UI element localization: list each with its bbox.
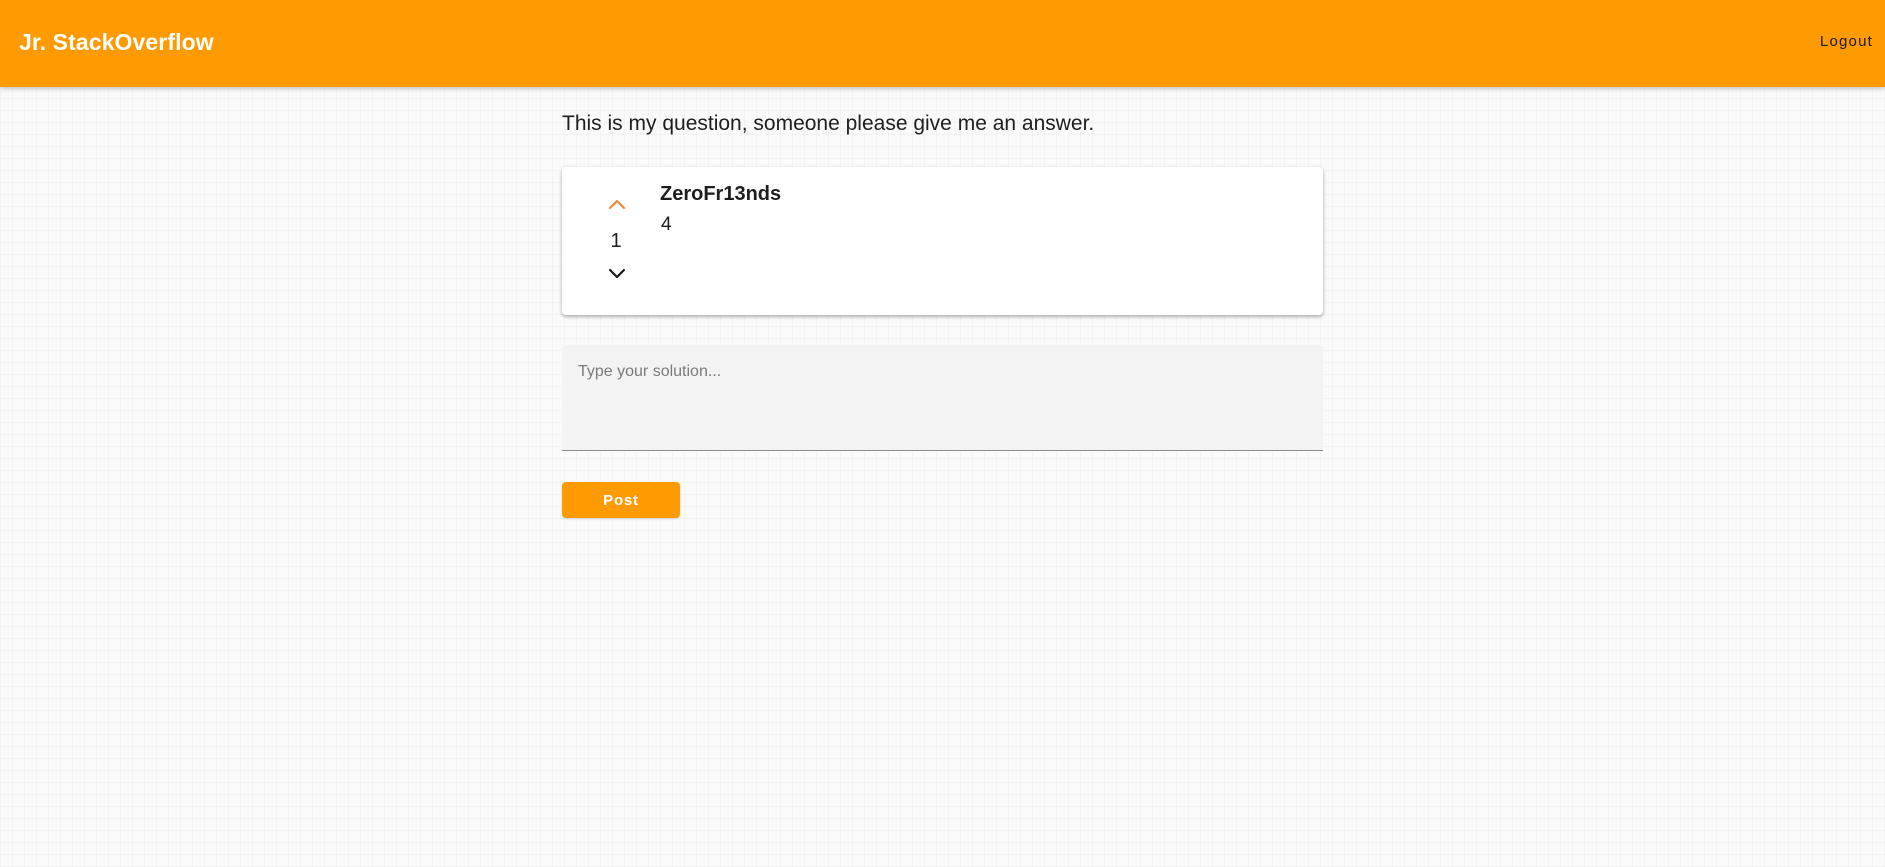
vote-count: 1 <box>610 230 622 252</box>
answer-author: ZeroFr13nds <box>660 183 782 205</box>
solution-input[interactable] <box>562 345 1323 451</box>
post-button[interactable]: Post <box>562 482 680 518</box>
chevron-up-icon[interactable] <box>608 197 626 211</box>
logout-button[interactable]: Logout <box>1820 33 1873 50</box>
app-bar: Jr. StackOverflow Logout <box>0 0 1885 87</box>
answer-card: 1 ZeroFr13nds 4 <box>562 167 1323 315</box>
question-text: This is my question, someone please give… <box>562 112 1095 135</box>
answer-body: 4 <box>661 214 672 235</box>
brand-title[interactable]: Jr. StackOverflow <box>19 29 214 56</box>
chevron-down-icon[interactable] <box>608 267 626 281</box>
